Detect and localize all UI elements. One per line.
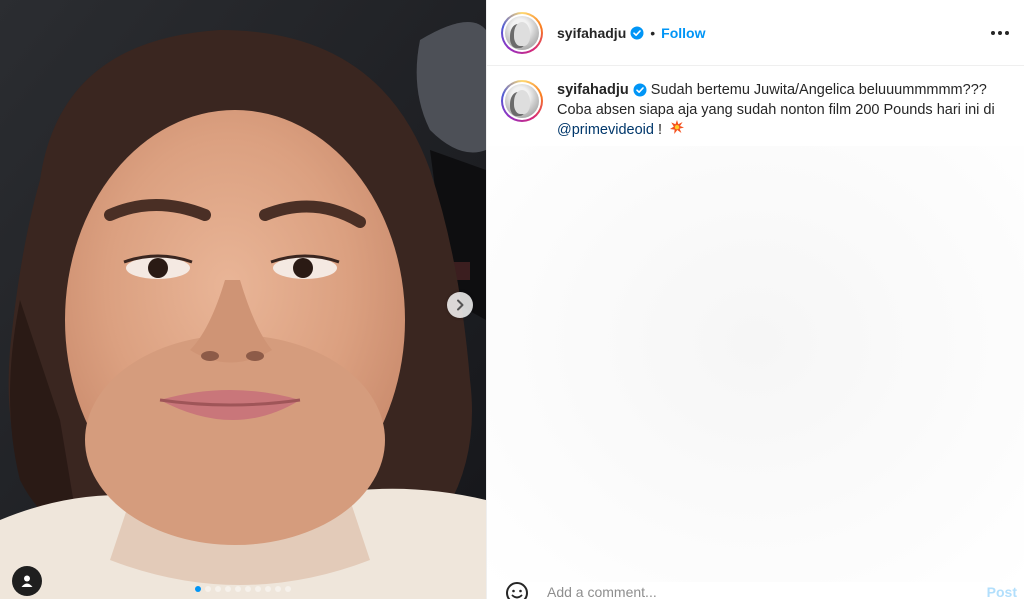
- carousel-dot: [215, 586, 221, 592]
- caption-tail: !: [653, 122, 667, 138]
- chevron-right-icon: [457, 299, 464, 311]
- verified-badge-icon: [630, 26, 644, 40]
- caption-author-avatar[interactable]: [501, 80, 543, 122]
- add-comment-bar: Post: [487, 582, 1024, 599]
- carousel-next-button[interactable]: [447, 292, 473, 318]
- carousel-indicator: [195, 586, 291, 592]
- verified-badge-icon: [633, 83, 647, 97]
- carousel-dot: [255, 586, 261, 592]
- follow-button[interactable]: Follow: [661, 25, 705, 41]
- post-header: syifahadju • Follow: [487, 0, 1024, 66]
- instagram-post: syifahadju • Follow syifahadju Sudah ber…: [0, 0, 1024, 599]
- user-tag-button[interactable]: [12, 566, 42, 596]
- post-side-panel: syifahadju • Follow syifahadju Sudah ber…: [486, 0, 1024, 599]
- carousel-dot: [245, 586, 251, 592]
- caption-username[interactable]: syifahadju: [557, 82, 629, 98]
- author-avatar[interactable]: [501, 11, 543, 54]
- more-options-icon: [991, 30, 1009, 35]
- comments-area: [487, 146, 1024, 582]
- carousel-dot: [235, 586, 241, 592]
- emoji-smiley-icon: [506, 582, 528, 599]
- carousel-dot: [275, 586, 281, 592]
- post-comment-button[interactable]: Post: [987, 584, 1017, 599]
- collision-emoji-icon: [670, 120, 685, 140]
- carousel-dot: [265, 586, 271, 592]
- carousel-dot: [285, 586, 291, 592]
- user-tag-icon: [21, 575, 33, 587]
- caption-text: syifahadju Sudah bertemu Juwita/Angelica…: [557, 80, 997, 140]
- post-caption: syifahadju Sudah bertemu Juwita/Angelica…: [487, 66, 1024, 140]
- caption-mention-link[interactable]: @primevideoid: [557, 122, 654, 138]
- emoji-picker-button[interactable]: [505, 582, 529, 599]
- carousel-dot: [195, 586, 201, 592]
- comment-input[interactable]: [545, 582, 949, 599]
- carousel-dot: [205, 586, 211, 592]
- carousel-dot: [225, 586, 231, 592]
- more-options-button[interactable]: [990, 30, 1010, 36]
- header-separator: •: [650, 24, 656, 41]
- post-media[interactable]: [0, 0, 486, 599]
- author-username[interactable]: syifahadju: [557, 25, 626, 41]
- post-photo: [0, 0, 486, 599]
